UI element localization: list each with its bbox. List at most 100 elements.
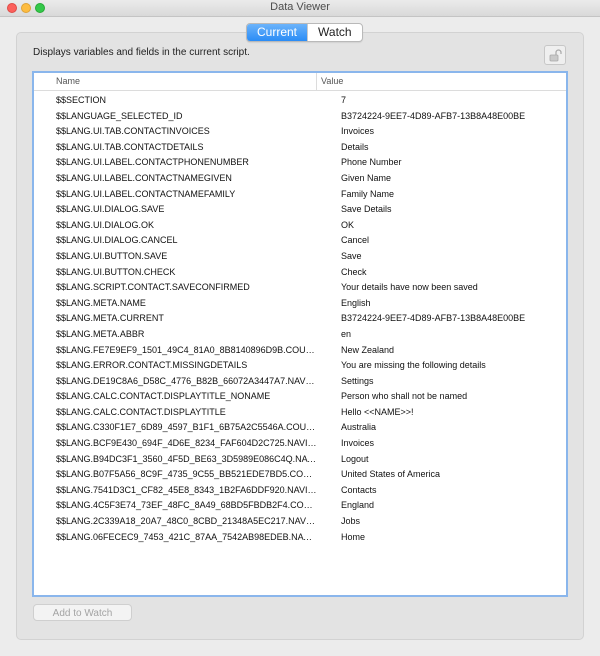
column-header-value[interactable]: Value bbox=[317, 73, 343, 90]
variable-name: $$LANG.META.CURRENT bbox=[56, 313, 164, 324]
variable-value: Save bbox=[341, 250, 362, 261]
variable-name: $$LANG.META.NAME bbox=[56, 297, 146, 308]
variable-value: United States of America bbox=[341, 469, 441, 480]
variable-name: $$LANG.META.ABBR bbox=[56, 328, 145, 339]
table-row[interactable]: $$LANG.UI.LABEL.CONTACTNAMEGIVEN Given Na… bbox=[34, 171, 566, 187]
variable-value: Cancel bbox=[341, 235, 370, 246]
variable-name: $$LANG.UI.BUTTON.SAVE bbox=[56, 250, 168, 261]
table-row[interactable]: $$LANG.SCRIPT.CONTACT.SAVECONFIRMED Your … bbox=[34, 280, 566, 296]
variable-name: $$LANGUAGE_SELECTED_ID bbox=[56, 110, 183, 121]
variable-value: OK bbox=[341, 219, 355, 230]
table-row[interactable]: $$LANG.06FECEC9_7453_421C_87AA_7542AB98E… bbox=[34, 530, 566, 546]
variable-value: Invoices bbox=[341, 126, 375, 137]
variable-name: $$LANG.CALC.CONTACT.DISPLAYTITLE_NONAME bbox=[56, 391, 271, 402]
variable-value: en bbox=[341, 328, 352, 339]
table-row[interactable]: $$LANG.UI.LABEL.CONTACTPHONENUMBER Phone … bbox=[34, 155, 566, 171]
variable-value: Logout bbox=[341, 453, 369, 464]
variable-value: Save Details bbox=[341, 204, 392, 215]
table-row[interactable]: $$LANG.UI.BUTTON.SAVE Save bbox=[34, 249, 566, 265]
variables-table[interactable]: Name Value $$SECTION 7 $$LANGUAGE_SELECTED… bbox=[32, 71, 568, 597]
table-row[interactable]: $$LANG.META.CURRENT B3724224-9EE7-4D89-AF… bbox=[34, 311, 566, 327]
table-row[interactable]: $$LANG.4C5F3E74_73EF_48FC_8A49_68BD5FBDB… bbox=[34, 498, 566, 514]
tab-watch[interactable]: Watch bbox=[307, 24, 362, 41]
window-title: Data Viewer bbox=[270, 1, 330, 13]
variable-name: $$LANG.C330F1E7_6D89_4597_B1F1_6B75A2C55… bbox=[56, 422, 317, 433]
variable-value: English bbox=[341, 297, 371, 308]
variable-value: Given Name bbox=[341, 172, 392, 183]
tab-current[interactable]: Current bbox=[247, 24, 308, 41]
variable-name: $$LANG.DE19C8A6_D58C_4776_B82B_66072A344… bbox=[56, 375, 317, 386]
table-row[interactable]: $$LANG.UI.TAB.CONTACTINVOICES Invoices bbox=[34, 124, 566, 140]
table-row[interactable]: $$LANG.META.ABBR en bbox=[34, 327, 566, 343]
variable-name: $$LANG.2C339A18_20A7_48C0_8CBD_21348A5EC… bbox=[56, 516, 317, 527]
table-row[interactable]: $$LANGUAGE_SELECTED_ID B3724224-9EE7-4D89… bbox=[34, 109, 566, 125]
variable-name: $$LANG.BCF9E430_694F_4D6E_8234_FAF604D2C… bbox=[56, 438, 317, 449]
table-row[interactable]: $$LANG.UI.TAB.CONTACTDETAILS Details bbox=[34, 140, 566, 156]
lock-button[interactable] bbox=[544, 45, 566, 65]
table-row[interactable]: $$LANG.2C339A18_20A7_48C0_8CBD_21348A5EC… bbox=[34, 514, 566, 530]
table-row[interactable]: $$LANG.DE19C8A6_D58C_4776_B82B_66072A344… bbox=[34, 374, 566, 390]
table-row[interactable]: $$LANG.META.NAME English bbox=[34, 296, 566, 312]
view-tabs: Current Watch bbox=[246, 23, 363, 42]
lock-open-icon bbox=[549, 49, 562, 62]
variable-name: $$SECTION bbox=[56, 95, 107, 105]
variable-value: Jobs bbox=[341, 516, 361, 527]
variable-name: $$LANG.UI.TAB.CONTACTDETAILS bbox=[56, 141, 204, 152]
table-row[interactable]: $$LANG.UI.DIALOG.CANCEL Cancel bbox=[34, 233, 566, 249]
variable-value: Person who shall not be named bbox=[341, 391, 468, 402]
table-row[interactable]: $$LANG.CALC.CONTACT.DISPLAYTITLE_NONAME P… bbox=[34, 389, 566, 405]
table-row[interactable]: $$LANG.BCF9E430_694F_4D6E_8234_FAF604D2C… bbox=[34, 436, 566, 452]
variable-value: Check bbox=[341, 266, 367, 277]
variable-value: B3724224-9EE7-4D89-AFB7-13B8A48E00BE bbox=[341, 110, 526, 121]
variable-name: $$LANG.06FECEC9_7453_421C_87AA_7542AB98E… bbox=[56, 531, 317, 542]
variable-value: B3724224-9EE7-4D89-AFB7-13B8A48E00BE bbox=[341, 313, 526, 324]
table-row[interactable]: $$LANG.B94DC3F1_3560_4F5D_BE63_3D5989E08… bbox=[34, 452, 566, 468]
table-body: $$SECTION 7 $$LANGUAGE_SELECTED_ID B3724224… bbox=[34, 91, 566, 545]
variable-name: $$LANG.UI.DIALOG.CANCEL bbox=[56, 235, 178, 246]
variable-name: $$LANG.UI.DIALOG.SAVE bbox=[56, 204, 165, 215]
variable-name: $$LANG.FE7E9EF9_1501_49C4_81A0_8B8140896… bbox=[56, 344, 317, 355]
variable-value: England bbox=[341, 500, 375, 511]
variable-value: Invoices bbox=[341, 438, 375, 449]
column-header-name[interactable]: Name bbox=[34, 73, 317, 90]
table-row[interactable]: $$SECTION 7 bbox=[34, 93, 566, 109]
variable-value: Home bbox=[341, 531, 366, 542]
table-row[interactable]: $$LANG.UI.LABEL.CONTACTNAMEFAMILY Family … bbox=[34, 187, 566, 203]
variable-name: $$LANG.4C5F3E74_73EF_48FC_8A49_68BD5FBDB… bbox=[56, 500, 317, 511]
variable-value: Your details have now been saved bbox=[341, 282, 478, 293]
variable-name: $$LANG.SCRIPT.CONTACT.SAVECONFIRMED bbox=[56, 282, 250, 293]
description-text: Displays variables and fields in the cur… bbox=[33, 47, 250, 58]
table-row[interactable]: $$LANG.B07F5A56_8C9F_4735_9C55_BB521EDE7… bbox=[34, 467, 566, 483]
table-header: Name Value bbox=[34, 73, 566, 91]
variable-value: Phone Number bbox=[341, 157, 402, 168]
table-row[interactable]: $$LANG.7541D3C1_CF82_45E8_8343_1B2FA6DDF… bbox=[34, 483, 566, 499]
variable-value: Details bbox=[341, 141, 369, 152]
variable-value: 7 bbox=[341, 95, 347, 105]
variable-name: $$LANG.B94DC3F1_3560_4F5D_BE63_3D5989E08… bbox=[56, 453, 317, 464]
table-row[interactable]: $$LANG.UI.BUTTON.CHECK Check bbox=[34, 265, 566, 281]
variable-value: You are missing the following details bbox=[341, 360, 486, 371]
variable-name: $$LANG.UI.LABEL.CONTACTNAMEFAMILY bbox=[56, 188, 236, 199]
variable-value: Australia bbox=[341, 422, 377, 433]
variable-value: Family Name bbox=[341, 188, 395, 199]
variable-value: Hello <<NAME>>! bbox=[341, 406, 414, 417]
variable-name: $$LANG.B07F5A56_8C9F_4735_9C55_BB521EDE7… bbox=[56, 469, 317, 480]
variable-value: Contacts bbox=[341, 484, 377, 495]
variable-value: New Zealand bbox=[341, 344, 395, 355]
table-row[interactable]: $$LANG.UI.DIALOG.SAVE Save Details bbox=[34, 202, 566, 218]
variable-name: $$LANG.UI.DIALOG.OK bbox=[56, 219, 155, 230]
table-row[interactable]: $$LANG.CALC.CONTACT.DISPLAYTITLE Hello <<… bbox=[34, 405, 566, 421]
table-row[interactable]: $$LANG.FE7E9EF9_1501_49C4_81A0_8B8140896… bbox=[34, 343, 566, 359]
table-row[interactable]: $$LANG.C330F1E7_6D89_4597_B1F1_6B75A2C55… bbox=[34, 420, 566, 436]
variable-name: $$LANG.CALC.CONTACT.DISPLAYTITLE bbox=[56, 406, 226, 417]
variable-name: $$LANG.ERROR.CONTACT.MISSINGDETAILS bbox=[56, 360, 248, 371]
title-bar: Data Viewer bbox=[0, 0, 600, 17]
table-row[interactable]: $$LANG.UI.DIALOG.OK OK bbox=[34, 218, 566, 234]
add-to-watch-button[interactable]: Add to Watch bbox=[33, 604, 132, 621]
variable-name: $$LANG.UI.LABEL.CONTACTNAMEGIVEN bbox=[56, 172, 232, 183]
table-row[interactable]: $$LANG.ERROR.CONTACT.MISSINGDETAILS You a… bbox=[34, 358, 566, 374]
variable-name: $$LANG.7541D3C1_CF82_45E8_8343_1B2FA6DDF… bbox=[56, 484, 317, 495]
variable-name: $$LANG.UI.LABEL.CONTACTPHONENUMBER bbox=[56, 157, 249, 168]
variable-name: $$LANG.UI.BUTTON.CHECK bbox=[56, 266, 176, 277]
variable-name: $$LANG.UI.TAB.CONTACTINVOICES bbox=[56, 126, 210, 137]
